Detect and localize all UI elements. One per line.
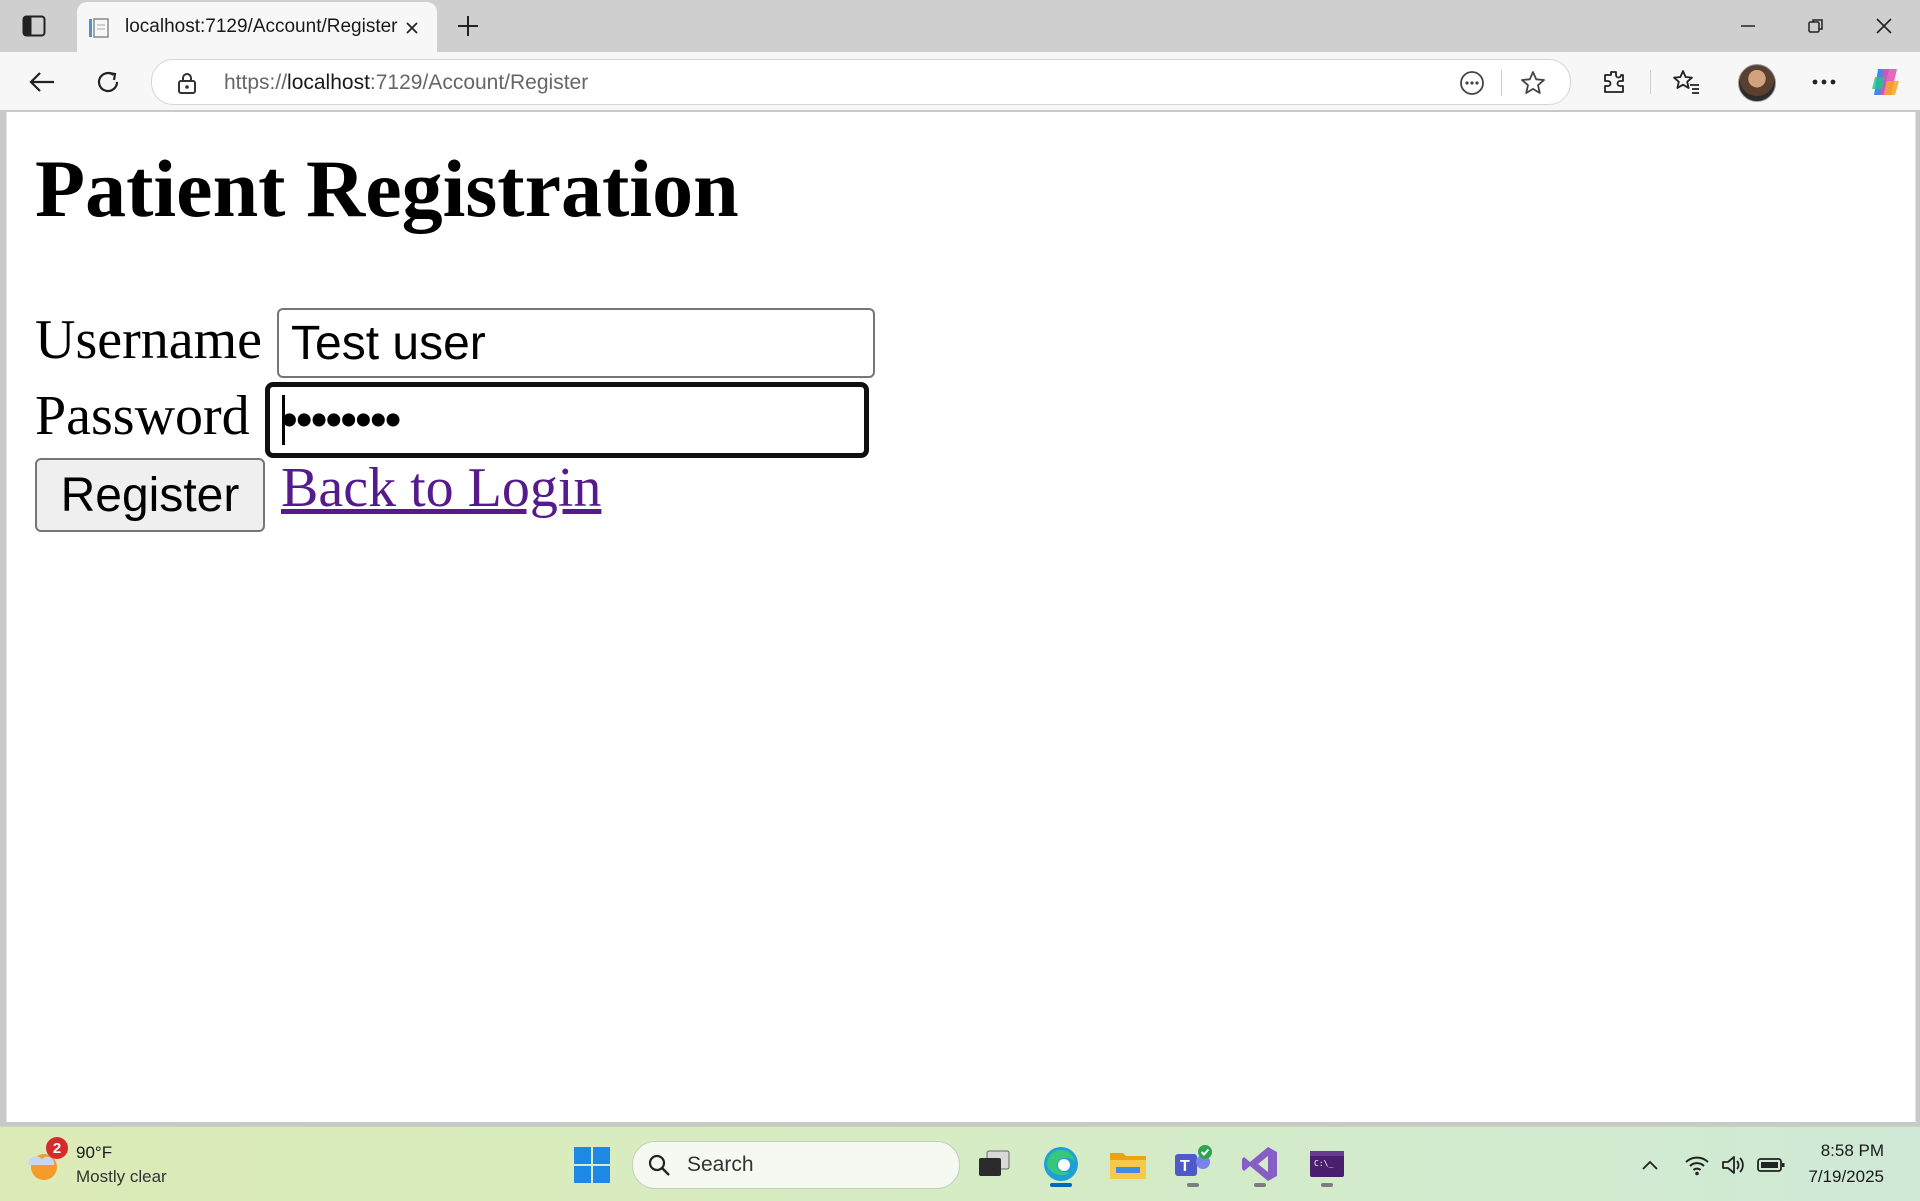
clock-time[interactable]: 8:58 PM [1821,1141,1884,1161]
teams-running-indicator [1187,1183,1199,1187]
terminal-running-indicator [1321,1183,1333,1187]
page-viewport: Patient Registration Username Test user … [6,112,1916,1122]
weather-description[interactable]: Mostly clear [76,1167,167,1187]
task-view-icon[interactable] [969,1139,1019,1189]
more-options-icon[interactable] [1804,62,1844,102]
search-icon [647,1153,671,1182]
browser-toolbar: https://localhost:7129/Account/Register [0,52,1920,110]
extensions-icon[interactable] [1594,62,1634,102]
terminal-icon[interactable]: C:\_ [1302,1139,1352,1189]
url-host: localhost [287,71,370,94]
svg-text:T: T [1180,1158,1190,1175]
page-title: Patient Registration [35,143,739,234]
chevron-up-icon[interactable] [1636,1151,1664,1179]
battery-icon[interactable] [1757,1151,1785,1179]
url-text[interactable]: https://localhost:7129/Account/Register [224,71,588,95]
close-tab-icon[interactable] [399,15,425,41]
close-window-icon[interactable] [1856,6,1912,46]
lock-icon[interactable] [176,71,198,100]
taskbar-search[interactable]: Search [632,1141,960,1189]
reading-mode-icon[interactable] [1458,69,1486,97]
svg-text:C:\_: C:\_ [1314,1159,1333,1168]
vs-running-indicator [1254,1183,1266,1187]
toolbar-divider [1650,70,1651,94]
profile-avatar[interactable] [1738,64,1776,102]
username-input[interactable]: Test user [277,308,875,378]
restore-icon[interactable] [1788,6,1844,46]
teams-icon[interactable]: T [1168,1139,1218,1189]
tab-title: localhost:7129/Account/Register [125,16,398,37]
taskbar: 2 90°F Mostly clear Search T C:\_ 8:58 P… [0,1126,1920,1201]
password-label: Password [35,385,250,447]
back-to-login-link[interactable]: Back to Login [281,456,601,520]
password-mask: •••••••• [281,393,401,447]
refresh-icon[interactable] [88,62,128,102]
weather-temperature[interactable]: 90°F [76,1143,112,1163]
clock-date[interactable]: 7/19/2025 [1808,1167,1884,1187]
search-placeholder: Search [687,1153,754,1176]
visual-studio-icon[interactable] [1235,1139,1285,1189]
copilot-icon[interactable] [1866,62,1906,102]
new-tab-icon[interactable] [452,10,484,42]
register-button[interactable]: Register [35,458,265,532]
sidebar-toggle-icon[interactable] [20,12,48,40]
wifi-icon[interactable] [1683,1151,1711,1179]
back-icon[interactable] [22,62,62,102]
username-label: Username [35,309,263,371]
favorites-icon[interactable] [1666,62,1706,102]
edge-active-indicator [1050,1183,1072,1187]
volume-icon[interactable] [1720,1151,1748,1179]
address-divider [1501,70,1502,96]
windows-start-icon[interactable] [572,1145,612,1185]
notification-badge: 2 [46,1137,68,1159]
active-tab[interactable]: localhost:7129/Account/Register [77,2,437,52]
edge-icon[interactable] [1036,1139,1086,1189]
file-explorer-icon[interactable] [1103,1139,1153,1189]
address-bar[interactable]: https://localhost:7129/Account/Register [151,59,1571,105]
password-input[interactable]: •••••••• [265,382,869,458]
title-bar: localhost:7129/Account/Register [0,0,1920,52]
page-icon [87,16,111,40]
favorite-star-icon[interactable] [1519,69,1547,97]
minimize-icon[interactable] [1720,6,1776,46]
url-scheme: https:// [224,71,288,94]
url-path: :7129/Account/Register [369,71,589,94]
